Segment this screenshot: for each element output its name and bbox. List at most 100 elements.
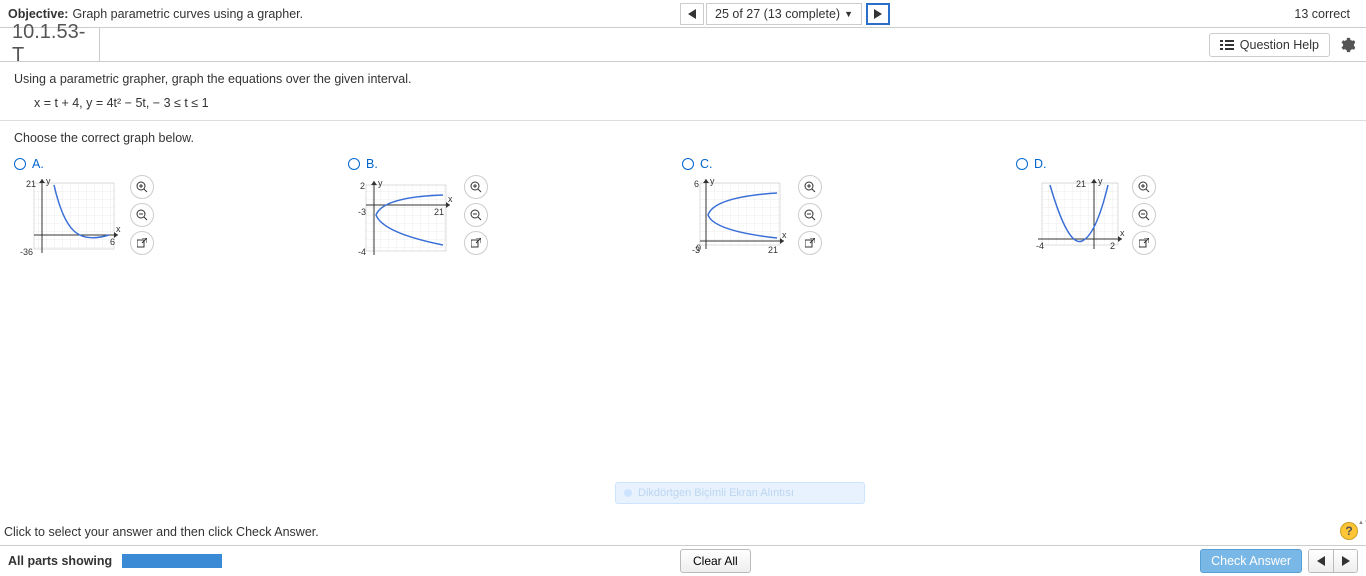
settings-button[interactable] <box>1336 34 1358 56</box>
axis-label: -4 <box>1036 241 1044 251</box>
radio-icon <box>682 158 694 170</box>
answer-instruction: Click to select your answer and then cli… <box>4 525 319 539</box>
zoom-in-icon <box>1138 181 1150 193</box>
zoom-out-icon <box>804 209 816 221</box>
snip-overlay: Dikdörtgen Biçimli Ekran Alıntısı <box>615 482 865 504</box>
gear-icon <box>1339 37 1355 53</box>
axis-label: x <box>116 224 121 234</box>
question-help-label: Question Help <box>1240 38 1319 52</box>
zoom-out-icon <box>1138 209 1150 221</box>
objective-label: Objective: <box>8 7 68 21</box>
graph-d: 21 2 -4 x y <box>1016 175 1126 265</box>
axis-label: x <box>1120 228 1125 238</box>
option-b: B. 2 -4 21 -3 x y <box>348 157 682 265</box>
popout-button[interactable] <box>798 231 822 255</box>
popout-button[interactable] <box>130 231 154 255</box>
help-badge[interactable]: ? <box>1340 522 1358 540</box>
option-c-radio[interactable]: C. <box>682 157 1016 171</box>
dot-icon <box>624 489 632 497</box>
graph-c: 6 0 21 -3 x y <box>682 175 792 265</box>
axis-label: 21 <box>26 179 36 189</box>
zoom-in-button[interactable] <box>464 175 488 199</box>
snip-overlay-text: Dikdörtgen Biçimli Ekran Alıntısı <box>638 487 794 499</box>
check-answer-button[interactable]: Check Answer <box>1200 549 1302 573</box>
triangle-left-icon <box>688 9 696 19</box>
graph-a: 21 -36 6 x y <box>14 175 124 265</box>
popout-icon <box>805 238 815 248</box>
zoom-in-button[interactable] <box>130 175 154 199</box>
zoom-out-button[interactable] <box>798 203 822 227</box>
progress-dropdown[interactable]: 25 of 27 (13 complete) ▼ <box>706 3 862 25</box>
graph-b: 2 -4 21 -3 x y <box>348 175 458 265</box>
correct-count: 13 correct <box>1294 7 1358 21</box>
axis-label: y <box>378 178 383 188</box>
zoom-in-button[interactable] <box>798 175 822 199</box>
footer-next-button[interactable] <box>1333 550 1357 572</box>
zoom-out-icon <box>136 209 148 221</box>
axis-label: x <box>782 230 787 240</box>
chevron-down-icon: ▼ <box>844 9 853 19</box>
option-a-label: A. <box>32 157 44 171</box>
axis-label: 6 <box>110 237 115 247</box>
option-d: D. 21 2 -4 x y <box>1016 157 1350 265</box>
option-a: A. 21 -36 6 x y <box>14 157 348 265</box>
question-prompt: Using a parametric grapher, graph the eq… <box>14 72 1352 86</box>
spinner-icon[interactable]: ▲▼ <box>1358 520 1364 526</box>
popout-icon <box>1139 238 1149 248</box>
axis-label: -4 <box>358 247 366 257</box>
options-row: A. 21 -36 6 x y <box>14 157 1352 265</box>
axis-label: 21 <box>1076 179 1086 189</box>
axis-label: 6 <box>694 179 699 189</box>
axis-label: y <box>1098 176 1103 186</box>
progress-bar <box>122 554 222 568</box>
footer-prev-button[interactable] <box>1309 550 1333 572</box>
axis-label: 21 <box>768 245 778 255</box>
question-body: Using a parametric grapher, graph the eq… <box>0 62 1366 265</box>
axis-label: 21 <box>434 207 444 217</box>
zoom-out-icon <box>470 209 482 221</box>
divider <box>0 120 1366 121</box>
prev-question-button[interactable] <box>680 3 704 25</box>
parts-label: All parts showing <box>8 554 112 568</box>
axis-label: x <box>448 194 453 204</box>
popout-icon <box>471 238 481 248</box>
sub-header: 10.1.53-T Question Help <box>0 28 1366 62</box>
popout-icon <box>137 238 147 248</box>
question-equation: x = t + 4, y = 4t² − 5t, − 3 ≤ t ≤ 1 <box>14 96 1352 110</box>
footer-nav <box>1308 549 1358 573</box>
choose-text: Choose the correct graph below. <box>14 131 1352 145</box>
radio-icon <box>1016 158 1028 170</box>
triangle-right-icon <box>1342 556 1350 566</box>
clear-all-button[interactable]: Clear All <box>680 549 751 573</box>
zoom-in-button[interactable] <box>1132 175 1156 199</box>
footer-bar: All parts showing Clear All Check Answer <box>0 545 1366 576</box>
popout-button[interactable] <box>464 231 488 255</box>
radio-icon <box>348 158 360 170</box>
zoom-out-button[interactable] <box>464 203 488 227</box>
triangle-left-icon <box>1317 556 1325 566</box>
question-number: 10.1.53-T <box>0 28 100 62</box>
axis-label: -3 <box>358 207 366 217</box>
option-b-label: B. <box>366 157 378 171</box>
next-question-button[interactable] <box>866 3 890 25</box>
zoom-in-icon <box>470 181 482 193</box>
objective-text: Graph parametric curves using a grapher. <box>72 7 303 21</box>
axis-label: 2 <box>1110 241 1115 251</box>
radio-icon <box>14 158 26 170</box>
zoom-out-button[interactable] <box>130 203 154 227</box>
zoom-out-button[interactable] <box>1132 203 1156 227</box>
progress-fill <box>122 554 222 568</box>
axis-label: y <box>710 176 715 186</box>
top-bar: Objective: Graph parametric curves using… <box>0 0 1366 28</box>
popout-button[interactable] <box>1132 231 1156 255</box>
question-help-button[interactable]: Question Help <box>1209 33 1330 57</box>
axis-label: -36 <box>20 247 33 257</box>
axis-label: y <box>46 176 51 186</box>
option-a-radio[interactable]: A. <box>14 157 348 171</box>
zoom-in-icon <box>136 181 148 193</box>
option-b-radio[interactable]: B. <box>348 157 682 171</box>
option-d-label: D. <box>1034 157 1047 171</box>
list-icon <box>1220 40 1234 50</box>
axis-label: 2 <box>360 181 365 191</box>
option-d-radio[interactable]: D. <box>1016 157 1350 171</box>
